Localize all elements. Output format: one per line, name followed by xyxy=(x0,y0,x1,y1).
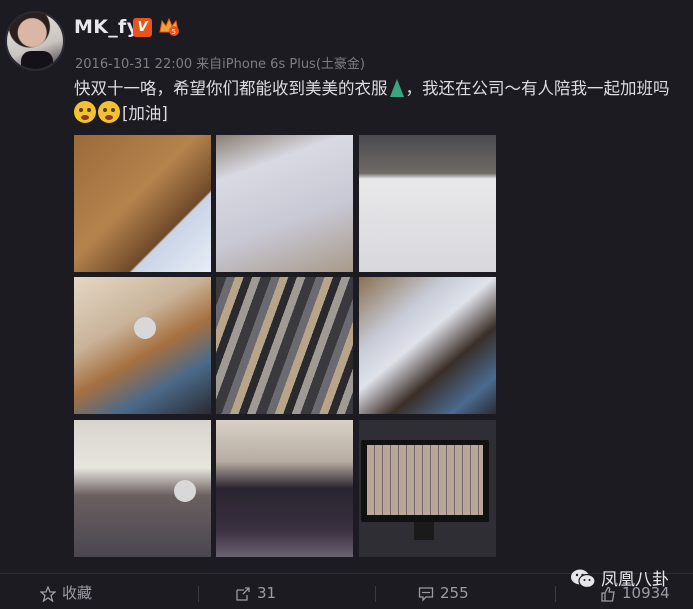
post-meta: 2016-10-31 22:00 来自iPhone 6s Plus(土豪金) xyxy=(75,53,365,72)
dress-emoji-icon xyxy=(389,79,404,97)
watermark: 凤凰八卦 xyxy=(570,565,669,591)
comment-button[interactable]: 255 xyxy=(418,580,469,606)
photo-1[interactable] xyxy=(74,135,211,272)
star-icon xyxy=(39,585,57,603)
footer-separator xyxy=(555,586,556,602)
face-sticker-icon xyxy=(134,317,156,339)
monitor xyxy=(361,440,489,522)
cheer-emoji-icon xyxy=(74,101,96,123)
photo-7[interactable] xyxy=(74,420,211,557)
photo-4[interactable] xyxy=(74,277,211,414)
monitor-stand xyxy=(414,522,434,540)
footer-separator xyxy=(375,586,376,602)
member-crown-icon: 5 xyxy=(159,17,179,36)
photo-2[interactable] xyxy=(216,135,353,272)
repost-icon xyxy=(236,587,250,601)
favorite-label: 收藏 xyxy=(62,584,93,602)
svg-text:5: 5 xyxy=(172,28,176,36)
post-text: 快双十一咯，希望你们都能收到美美的衣服 ，我还在公司～有人陪我一起加班吗 [加油] xyxy=(74,76,686,126)
photo-9[interactable] xyxy=(359,420,496,557)
photo-3[interactable] xyxy=(359,135,496,272)
post-date[interactable]: 2016-10-31 22:00 xyxy=(75,57,192,72)
avatar[interactable] xyxy=(5,11,65,71)
via-label: 来自 xyxy=(196,57,223,72)
post-text-part2: ，我还在公司～有人陪我一起加班吗 xyxy=(405,79,670,98)
photo-8[interactable] xyxy=(216,420,353,557)
post-device[interactable]: iPhone 6s Plus(土豪金) xyxy=(222,57,365,72)
photo-5[interactable] xyxy=(216,277,353,414)
username[interactable]: MK_fy xyxy=(74,16,139,38)
shocked-emoji-icon xyxy=(98,101,120,123)
monitor-screen xyxy=(367,445,483,515)
face-sticker-icon xyxy=(174,480,196,502)
wechat-icon xyxy=(571,569,596,589)
footer-separator xyxy=(198,586,199,602)
repost-count: 31 xyxy=(257,584,277,602)
favorite-button[interactable]: 收藏 xyxy=(39,580,93,606)
repost-button[interactable]: 31 xyxy=(235,580,276,606)
verified-badge-icon: V xyxy=(133,18,152,37)
comment-count: 255 xyxy=(440,584,469,602)
post-text-part1: 快双十一咯，希望你们都能收到美美的衣服 xyxy=(74,79,388,98)
comment-icon xyxy=(418,587,434,602)
post-text-tag: [加油] xyxy=(122,104,168,123)
watermark-label: 凤凰八卦 xyxy=(601,570,669,590)
photo-6[interactable] xyxy=(359,277,496,414)
